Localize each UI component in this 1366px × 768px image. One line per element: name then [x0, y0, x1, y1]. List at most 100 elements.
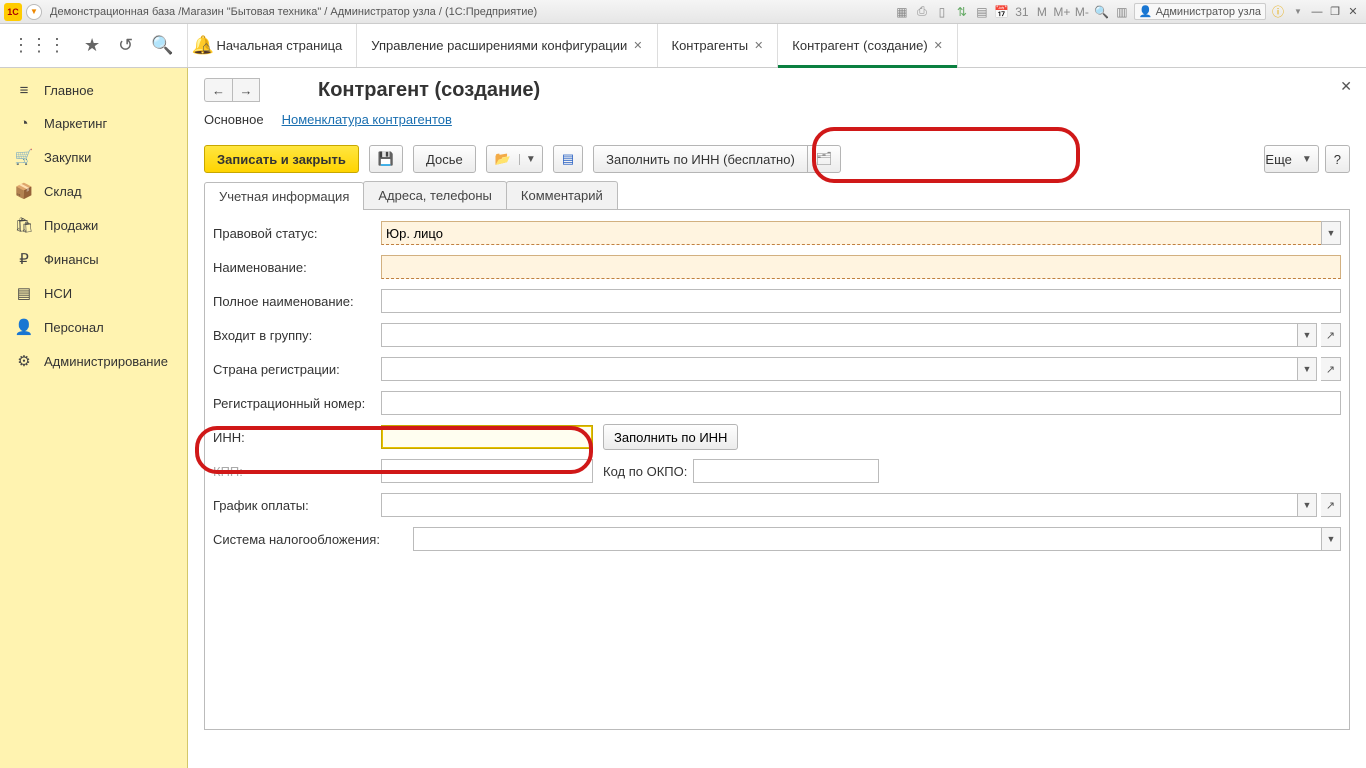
reg-number-field[interactable] — [381, 391, 1341, 415]
highlight-annotation-1 — [812, 127, 1080, 183]
tax-system-field[interactable] — [413, 527, 1321, 551]
floppy-icon: 💾 — [378, 151, 394, 167]
zoom-icon[interactable]: 🔍 — [1093, 4, 1111, 20]
group-open-button[interactable]: ↗ — [1321, 323, 1341, 347]
list-button[interactable]: ▤ — [553, 145, 583, 173]
subtab-main[interactable]: Основное — [204, 112, 264, 131]
ruble-icon: ₽ — [14, 250, 34, 268]
more-button[interactable]: Еще ▼ — [1264, 145, 1318, 173]
menu-icon: ≡ — [14, 82, 34, 99]
top-tabbar: ⋮⋮⋮ ★ ↺ 🔍 🔔 ⌂ Начальная страница Управле… — [0, 24, 1366, 68]
tab-counterparty-create[interactable]: Контрагент (создание) ✕ — [778, 24, 958, 67]
info-drop-icon[interactable]: ▼ — [1289, 4, 1307, 20]
sidebar-item-purchase[interactable]: 🛒Закупки — [0, 140, 187, 174]
pay-schedule-field[interactable] — [381, 493, 1297, 517]
calc-icon[interactable]: ▤ — [973, 4, 991, 20]
box-icon: 📦 — [14, 182, 34, 200]
country-open-button[interactable]: ↗ — [1321, 357, 1341, 381]
save-button[interactable]: 💾 — [369, 145, 403, 173]
group-field[interactable] — [381, 323, 1297, 347]
subtab-nomenclature[interactable]: Номенклатура контрагентов — [282, 112, 452, 131]
form-tabs: Учетная информация Адреса, телефоны Комм… — [204, 181, 1350, 210]
tab-extensions[interactable]: Управление расширениями конфигурации ✕ — [357, 24, 657, 67]
maximize-button[interactable]: ❐ — [1327, 5, 1343, 19]
save-close-button[interactable]: Записать и закрыть — [204, 145, 359, 173]
sidebar-item-label: Склад — [44, 184, 82, 199]
print-icon[interactable]: ⎙ — [913, 4, 931, 20]
country-field[interactable] — [381, 357, 1297, 381]
minimize-button[interactable]: — — [1309, 5, 1325, 19]
mminus-button[interactable]: М- — [1073, 4, 1091, 20]
sidebar-item-label: Финансы — [44, 252, 99, 267]
tab-extensions-label: Управление расширениями конфигурации — [371, 38, 627, 53]
sidebar-item-sales[interactable]: 🛍Продажи — [0, 208, 187, 242]
tax-system-dropdown[interactable]: ▼ — [1321, 527, 1341, 551]
gear-icon: ⚙ — [14, 352, 34, 370]
star-icon[interactable]: ★ — [84, 35, 100, 56]
fill-by-inn-button[interactable]: Заполнить по ИНН — [603, 424, 738, 450]
dossier-button[interactable]: Досье — [413, 145, 476, 173]
form-tab-comment[interactable]: Комментарий — [506, 181, 618, 209]
label-kpp: КПП: — [213, 464, 381, 479]
user-badge[interactable]: 👤 Администратор узла — [1134, 3, 1266, 20]
tab-close-icon[interactable]: ✕ — [633, 39, 642, 52]
compare-icon[interactable]: ⇅ — [953, 4, 971, 20]
form-tab-account[interactable]: Учетная информация — [204, 182, 364, 210]
label-country: Страна регистрации: — [213, 362, 381, 377]
apps-icon[interactable]: ⋮⋮⋮ — [12, 35, 66, 56]
inn-field[interactable] — [381, 425, 593, 449]
sidebar-item-finance[interactable]: ₽ Финансы — [0, 242, 187, 276]
panel-icon[interactable]: ▥ — [1113, 4, 1131, 20]
bag-icon: 🛍 — [14, 216, 34, 234]
sidebar-item-admin[interactable]: ⚙Администрирование — [0, 344, 187, 378]
pie-icon: ◔ — [14, 115, 34, 132]
search-icon[interactable]: 🔍 — [151, 35, 173, 56]
docs-split-button[interactable]: 📂 ▼ — [486, 145, 543, 173]
sidebar-item-main[interactable]: ≡ Главное — [0, 74, 187, 107]
tab-close-icon[interactable]: ✕ — [934, 39, 943, 52]
list2-icon: ▤ — [562, 151, 574, 167]
fill-inn-file-button[interactable]: 🗂 — [807, 145, 842, 173]
form-tab-addresses[interactable]: Адреса, телефоны — [363, 181, 507, 209]
m-button[interactable]: М — [1033, 4, 1051, 20]
help-button[interactable]: ? — [1325, 145, 1350, 173]
date-icon[interactable]: 31 — [1013, 4, 1031, 20]
tab-counterparties[interactable]: Контрагенты ✕ — [658, 24, 779, 67]
group-dropdown[interactable]: ▼ — [1297, 323, 1317, 347]
sidebar-item-nsi[interactable]: ▤НСИ — [0, 276, 187, 310]
sidebar-item-label: Главное — [44, 83, 94, 98]
user-icon: 👤 — [1139, 5, 1153, 18]
mplus-button[interactable]: М+ — [1053, 4, 1071, 20]
calendar-icon[interactable]: 📅 — [993, 4, 1011, 20]
okpo-field[interactable] — [693, 459, 879, 483]
legal-status-field[interactable] — [381, 221, 1321, 245]
info-icon[interactable]: ⓘ — [1269, 4, 1287, 20]
history-icon[interactable]: ↺ — [118, 35, 133, 56]
tab-close-icon[interactable]: ✕ — [754, 39, 763, 52]
nav-forward-button[interactable]: → — [232, 78, 260, 102]
page-close-button[interactable]: ✕ — [1340, 78, 1352, 95]
sidebar: ≡ Главное ◔ Маркетинг 🛒Закупки 📦 Склад 🛍Про… — [0, 68, 188, 768]
save-icon[interactable]: ▦ — [893, 4, 911, 20]
user-name: Администратор узла — [1156, 6, 1261, 18]
sidebar-item-staff[interactable]: 👤Персонал — [0, 310, 187, 344]
pay-schedule-dropdown[interactable]: ▼ — [1297, 493, 1317, 517]
quick-icons: ⋮⋮⋮ ★ ↺ 🔍 🔔 — [0, 24, 188, 67]
fill-inn-free-button[interactable]: Заполнить по ИНН (бесплатно) — [593, 145, 808, 173]
app-menu-dropdown[interactable]: ▼ — [26, 4, 42, 20]
country-dropdown[interactable]: ▼ — [1297, 357, 1317, 381]
name-field[interactable] — [381, 255, 1341, 279]
doc-icon[interactable]: ▯ — [933, 4, 951, 20]
sidebar-item-warehouse[interactable]: 📦 Склад — [0, 174, 187, 208]
sidebar-item-marketing[interactable]: ◔ Маркетинг — [0, 107, 187, 140]
full-name-field[interactable] — [381, 289, 1341, 313]
tab-home[interactable]: ⌂ Начальная страница — [188, 24, 357, 67]
sidebar-item-label: Маркетинг — [44, 116, 107, 131]
legal-status-dropdown[interactable]: ▼ — [1321, 221, 1341, 245]
nav-back-button[interactable]: ← — [204, 78, 232, 102]
close-button[interactable]: ✕ — [1345, 5, 1361, 19]
label-pay-schedule: График оплаты: — [213, 498, 381, 513]
pay-schedule-open-button[interactable]: ↗ — [1321, 493, 1341, 517]
chevron-down-icon[interactable]: ▼ — [519, 154, 542, 165]
kpp-field[interactable] — [381, 459, 593, 483]
